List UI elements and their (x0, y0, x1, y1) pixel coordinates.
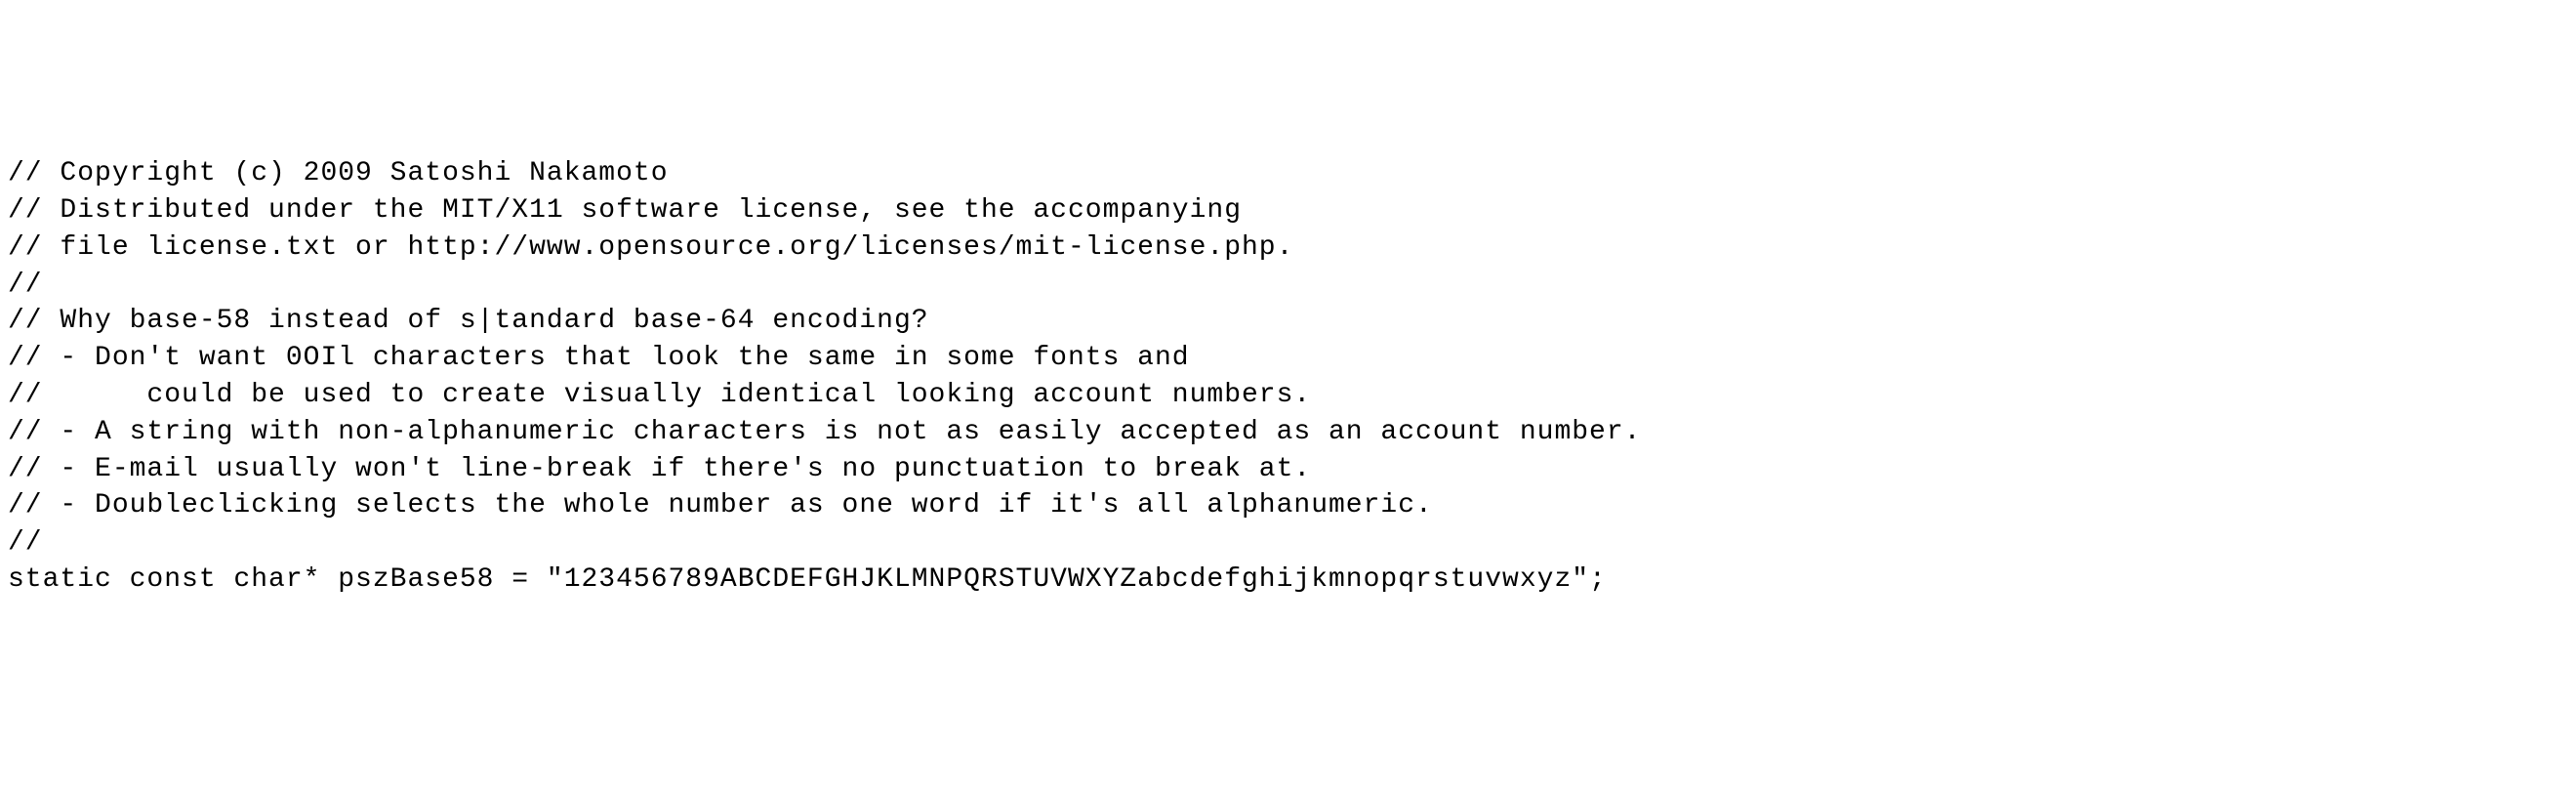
code-line: // (8, 524, 2568, 562)
code-line: // Copyright (c) 2009 Satoshi Nakamoto (8, 155, 2568, 192)
code-line: // (8, 267, 2568, 304)
code-line: // - Don't want 0OIl characters that loo… (8, 340, 2568, 377)
code-line: // could be used to create visually iden… (8, 377, 2568, 414)
code-line: static const char* pszBase58 = "12345678… (8, 562, 2568, 599)
code-block[interactable]: // Copyright (c) 2009 Satoshi Nakamoto//… (8, 155, 2568, 599)
code-line: // - A string with non-alphanumeric char… (8, 414, 2568, 451)
code-line: // Distributed under the MIT/X11 softwar… (8, 192, 2568, 229)
code-line: // - E-mail usually won't line-break if … (8, 451, 2568, 488)
code-line: // file license.txt or http://www.openso… (8, 229, 2568, 267)
code-line: // - Doubleclicking selects the whole nu… (8, 487, 2568, 524)
code-line: // Why base-58 instead of s|tandard base… (8, 303, 2568, 340)
